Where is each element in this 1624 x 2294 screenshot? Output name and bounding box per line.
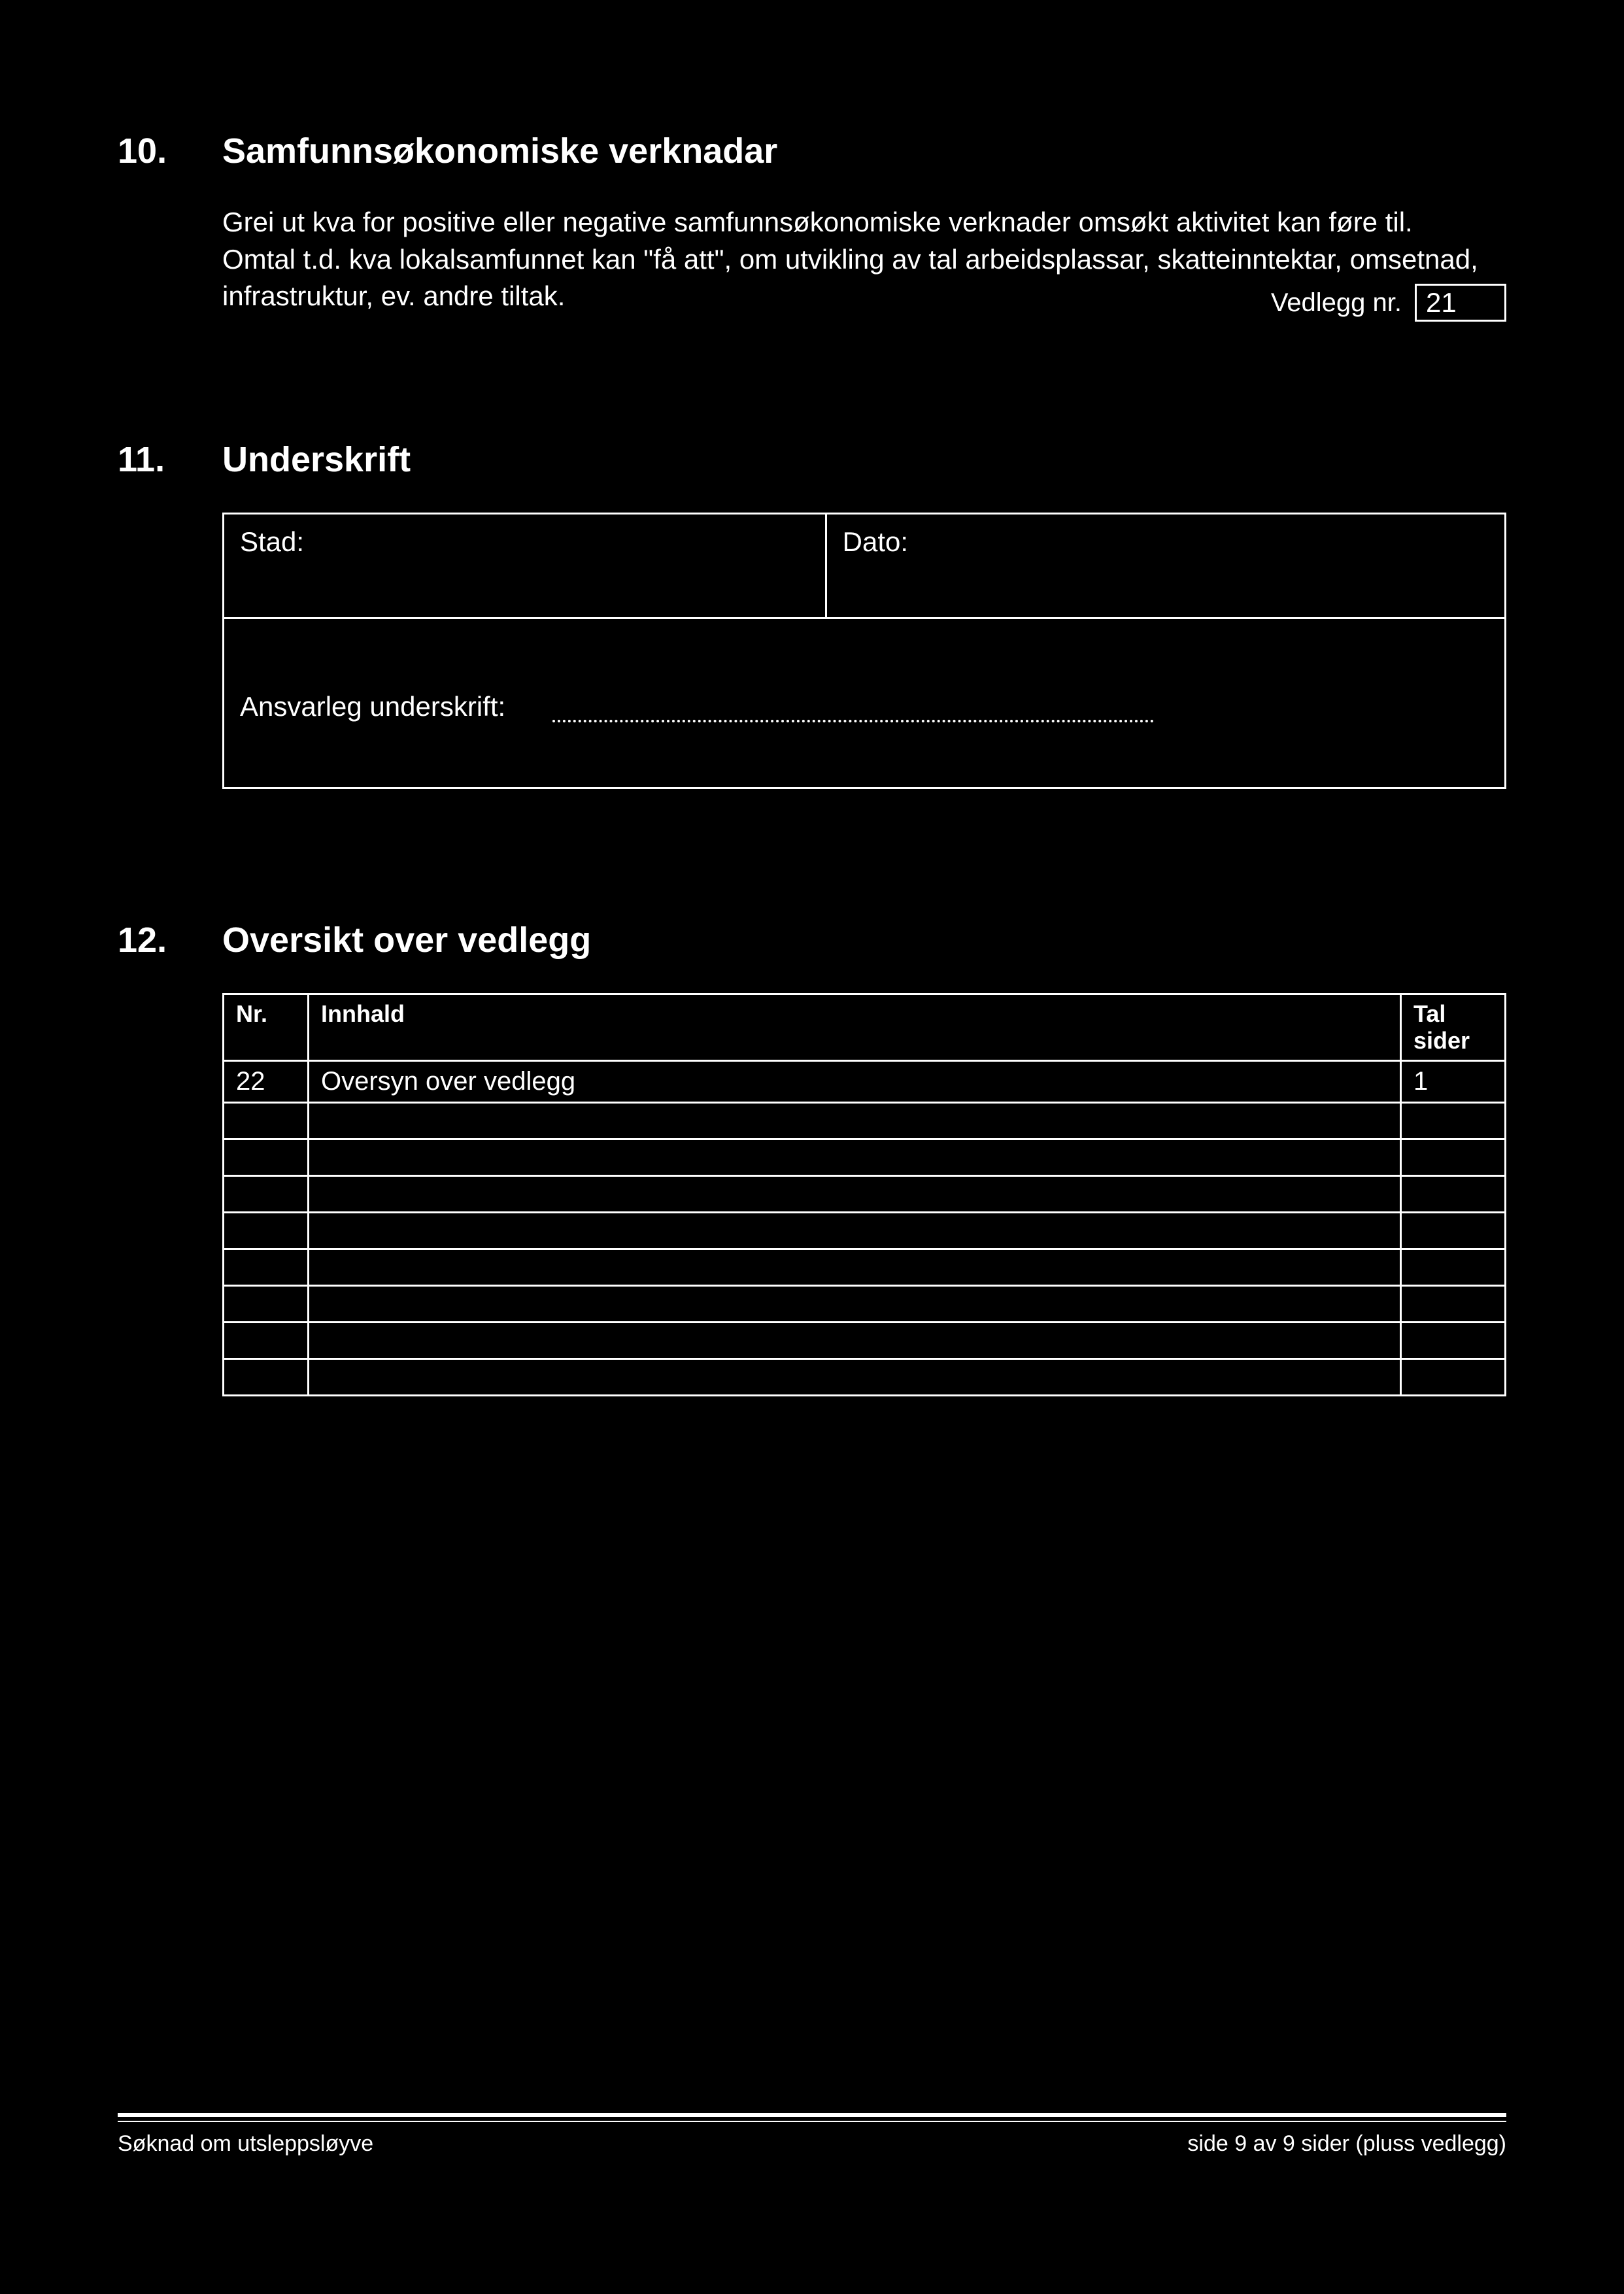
stad-cell[interactable]: Stad:: [224, 514, 826, 618]
cell-nr[interactable]: 22: [224, 1060, 309, 1102]
section-11: 11. Underskrift Stad: Dato: Ansvarleg un…: [118, 439, 1506, 789]
ansvarleg-label: Ansvarleg underskrift:: [240, 691, 505, 722]
cell-nr[interactable]: [224, 1212, 309, 1249]
section-11-heading: 11. Underskrift: [118, 439, 1506, 480]
footer-rule-thin: [118, 2121, 1506, 2122]
section-11-title: Underskrift: [222, 439, 411, 480]
cell-tal[interactable]: [1401, 1358, 1506, 1395]
attachments-table: Nr. Innhald Tal sider 22 Oversyn over ve…: [222, 993, 1506, 1396]
footer-left: Søknad om utsleppsløyve: [118, 2131, 373, 2157]
section-12-number: 12.: [118, 920, 196, 960]
table-row: [224, 1139, 1506, 1175]
cell-nr[interactable]: [224, 1322, 309, 1358]
section-10-heading: 10. Samfunnsøkonomiske verknadar: [118, 131, 1506, 171]
signature-line: [552, 698, 1154, 722]
header-tal-sider: Tal sider: [1401, 994, 1506, 1061]
cell-tal[interactable]: [1401, 1212, 1506, 1249]
cell-tal[interactable]: 1: [1401, 1060, 1506, 1102]
cell-innhald[interactable]: [309, 1102, 1401, 1139]
section-10-title: Samfunnsøkonomiske verknadar: [222, 131, 777, 171]
page-footer: Søknad om utsleppsløyve side 9 av 9 side…: [118, 2113, 1506, 2157]
table-row: 22 Oversyn over vedlegg 1: [224, 1060, 1506, 1102]
dato-label: Dato:: [843, 526, 908, 557]
section-12-title: Oversikt over vedlegg: [222, 920, 591, 960]
cell-nr[interactable]: [224, 1102, 309, 1139]
cell-nr[interactable]: [224, 1358, 309, 1395]
header-innhald: Innhald: [309, 994, 1401, 1061]
cell-innhald[interactable]: [309, 1322, 1401, 1358]
table-row: [224, 1102, 1506, 1139]
section-10-para-1: Grei ut kva for positive eller negative …: [222, 204, 1506, 241]
cell-tal[interactable]: [1401, 1285, 1506, 1322]
cell-nr[interactable]: [224, 1249, 309, 1285]
table-row: [224, 1249, 1506, 1285]
cell-tal[interactable]: [1401, 1102, 1506, 1139]
header-nr: Nr.: [224, 994, 309, 1061]
table-row: [224, 1358, 1506, 1395]
dato-cell[interactable]: Dato:: [826, 514, 1505, 618]
cell-innhald[interactable]: Oversyn over vedlegg: [309, 1060, 1401, 1102]
cell-nr[interactable]: [224, 1175, 309, 1212]
cell-tal[interactable]: [1401, 1249, 1506, 1285]
cell-innhald[interactable]: [309, 1139, 1401, 1175]
footer-right: side 9 av 9 sider (pluss vedlegg): [1187, 2131, 1506, 2157]
cell-tal[interactable]: [1401, 1139, 1506, 1175]
table-row: [224, 1285, 1506, 1322]
vedlegg-label: Vedlegg nr.: [1271, 288, 1402, 318]
cell-innhald[interactable]: [309, 1249, 1401, 1285]
section-10-number: 10.: [118, 131, 196, 171]
cell-innhald[interactable]: [309, 1212, 1401, 1249]
stad-label: Stad:: [240, 526, 304, 557]
cell-innhald[interactable]: [309, 1285, 1401, 1322]
vedlegg-number-field[interactable]: 21: [1415, 284, 1506, 322]
footer-rule-thick: [118, 2113, 1506, 2117]
cell-innhald[interactable]: [309, 1358, 1401, 1395]
section-11-number: 11.: [118, 439, 196, 480]
table-row: [224, 1212, 1506, 1249]
cell-innhald[interactable]: [309, 1175, 1401, 1212]
attachments-header-row: Nr. Innhald Tal sider: [224, 994, 1506, 1061]
signature-cell[interactable]: Ansvarleg underskrift:: [224, 618, 1506, 788]
section-10: 10. Samfunnsøkonomiske verknadar Grei ut…: [118, 131, 1506, 322]
cell-tal[interactable]: [1401, 1322, 1506, 1358]
cell-tal[interactable]: [1401, 1175, 1506, 1212]
section-12-heading: 12. Oversikt over vedlegg: [118, 920, 1506, 960]
cell-nr[interactable]: [224, 1285, 309, 1322]
cell-nr[interactable]: [224, 1139, 309, 1175]
table-row: [224, 1175, 1506, 1212]
signature-table: Stad: Dato: Ansvarleg underskrift:: [222, 513, 1506, 789]
section-12: 12. Oversikt over vedlegg Nr. Innhald Ta…: [118, 920, 1506, 1396]
table-row: [224, 1322, 1506, 1358]
